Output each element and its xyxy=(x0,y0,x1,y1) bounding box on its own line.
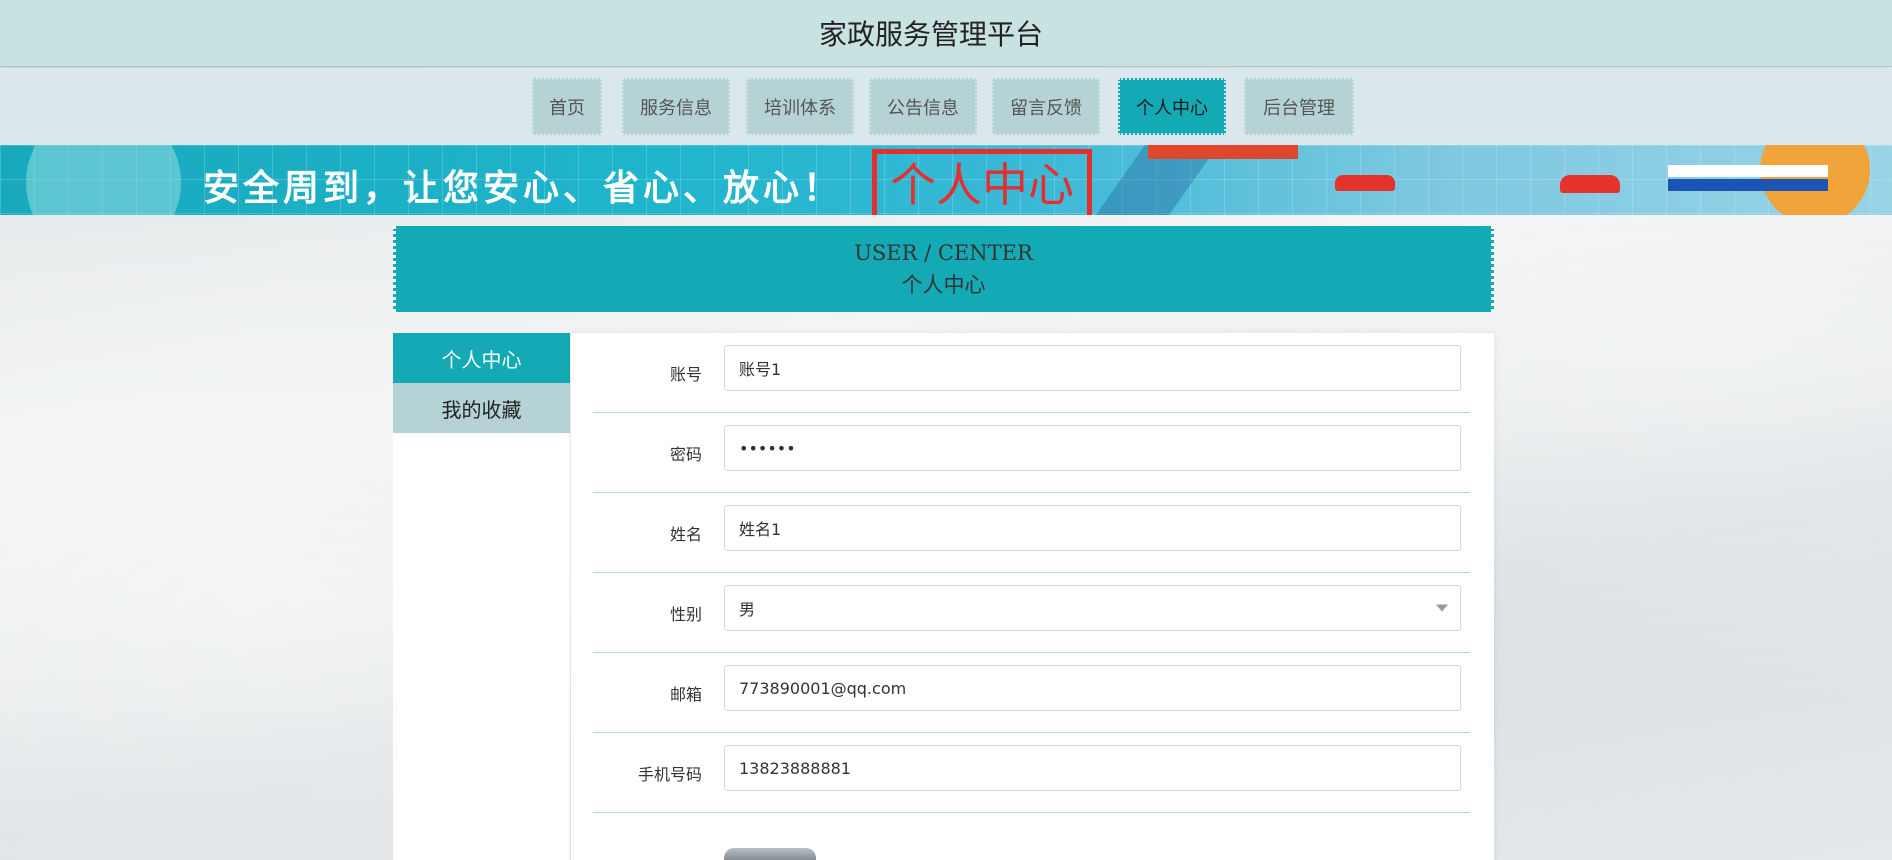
section-title-cn: 个人中心 xyxy=(901,273,986,297)
section-title-en: USER / CENTER xyxy=(854,241,1033,265)
banner-decoration xyxy=(1560,175,1620,193)
email-label: 邮箱 xyxy=(669,685,702,704)
side-menu-item-user-center[interactable]: 个人中心 xyxy=(393,333,570,383)
password-input[interactable]: •••••• xyxy=(724,425,1461,471)
form-row-name: 姓名 姓名1 xyxy=(593,493,1470,573)
form-row-phone: 手机号码 13823888881 xyxy=(593,733,1470,813)
account-label: 账号 xyxy=(669,365,702,384)
banner-decoration xyxy=(1148,145,1298,159)
banner: 安全周到，让您安心、省心、放心！ 个人中心 xyxy=(0,145,1892,215)
phone-label: 手机号码 xyxy=(637,765,702,784)
phone-input[interactable]: 13823888881 xyxy=(724,745,1461,791)
nav-item-feedback[interactable]: 留言反馈 xyxy=(992,78,1100,135)
account-input[interactable]: 账号1 xyxy=(724,345,1461,391)
profile-form-panel: 账号 账号1 密码 •••••• 姓名 姓名1 性别 男 邮箱 77389000… xyxy=(571,333,1494,860)
side-menu-item-favorites[interactable]: 我的收藏 xyxy=(393,383,570,433)
banner-slogan: 安全周到，让您安心、省心、放心！ xyxy=(203,168,844,209)
nav-item-user-center[interactable]: 个人中心 xyxy=(1118,78,1226,135)
nav-item-services[interactable]: 服务信息 xyxy=(622,78,730,135)
site-header: 家政服务管理平台 xyxy=(0,0,1892,67)
name-label: 姓名 xyxy=(669,525,702,544)
banner-title: 个人中心 xyxy=(890,157,1074,212)
main-nav: 首页 服务信息 培训体系 公告信息 留言反馈 个人中心 后台管理 xyxy=(0,68,1892,145)
email-input[interactable]: 773890001@qq.com xyxy=(724,665,1461,711)
nav-item-admin[interactable]: 后台管理 xyxy=(1244,78,1354,135)
gender-select-value: 男 xyxy=(739,600,756,619)
password-label: 密码 xyxy=(669,445,702,464)
nav-item-training[interactable]: 培训体系 xyxy=(746,78,854,135)
section-heading: USER / CENTER 个人中心 xyxy=(393,226,1494,312)
side-menu: 个人中心 我的收藏 xyxy=(393,333,570,860)
banner-decoration xyxy=(1335,175,1395,191)
site-title: 家政服务管理平台 xyxy=(818,18,1043,51)
gender-select[interactable]: 男 xyxy=(724,585,1461,631)
form-row-email: 邮箱 773890001@qq.com xyxy=(593,653,1470,733)
form-row-gender: 性别 男 xyxy=(593,573,1470,653)
banner-title-box: 个人中心 xyxy=(872,149,1092,215)
banner-decoration xyxy=(26,145,181,215)
nav-item-home[interactable]: 首页 xyxy=(532,78,602,135)
form-row-password: 密码 •••••• xyxy=(593,413,1470,493)
avatar[interactable] xyxy=(724,848,816,860)
gender-label: 性别 xyxy=(669,605,702,624)
form-row-account: 账号 账号1 xyxy=(593,333,1470,413)
name-input[interactable]: 姓名1 xyxy=(724,505,1461,551)
banner-decoration xyxy=(1668,179,1828,191)
nav-item-announcements[interactable]: 公告信息 xyxy=(869,78,977,135)
banner-decoration xyxy=(1668,165,1828,177)
chevron-down-icon xyxy=(1436,604,1448,612)
